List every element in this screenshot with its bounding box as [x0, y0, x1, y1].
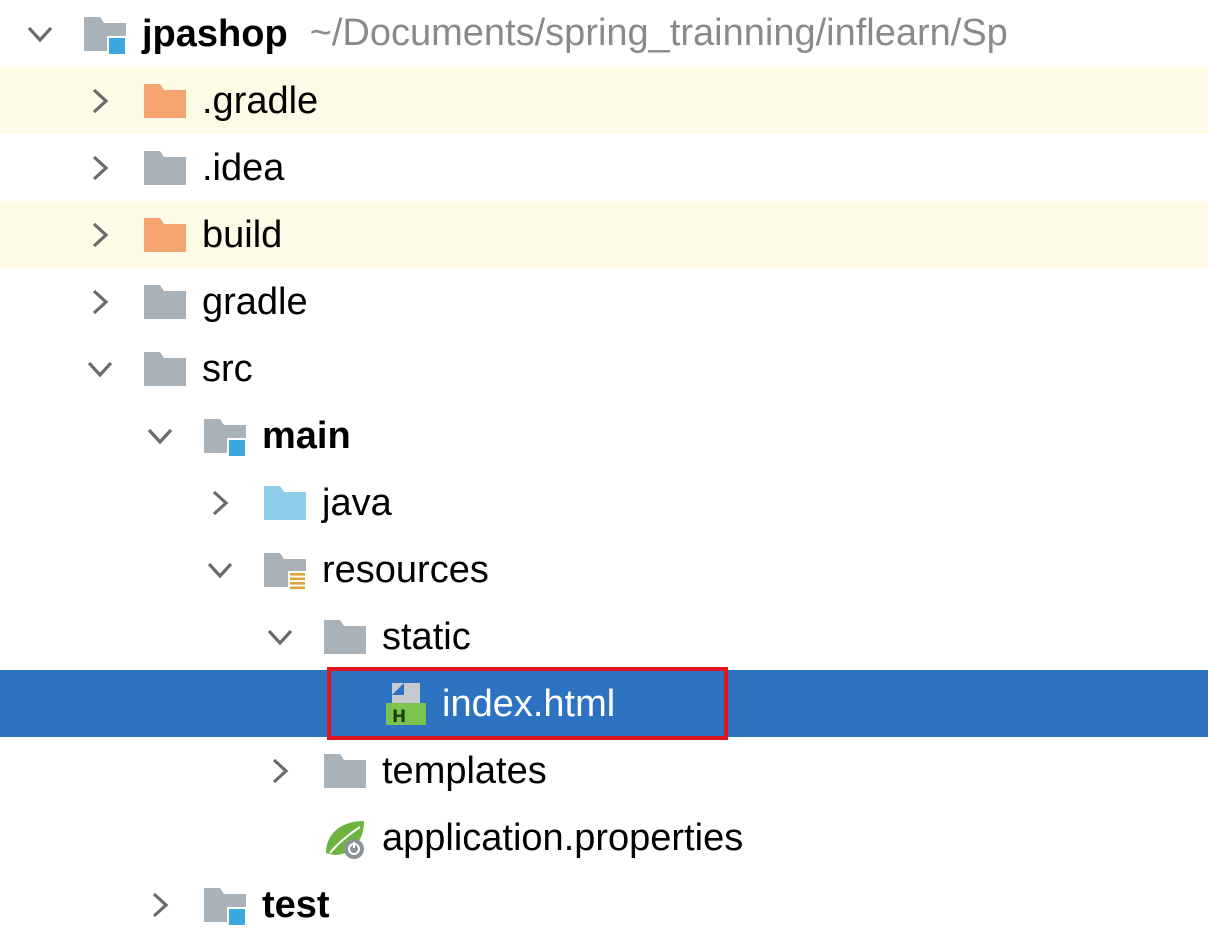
- folder-excluded-icon: [140, 76, 190, 126]
- resources-folder-icon: [260, 545, 310, 595]
- tree-row-build[interactable]: build: [0, 201, 1208, 268]
- chevron-right-icon[interactable]: [80, 148, 120, 188]
- chevron-right-icon[interactable]: [80, 81, 120, 121]
- folder-icon: [320, 612, 370, 662]
- folder-icon: [140, 143, 190, 193]
- tree-item-label: src: [202, 347, 253, 390]
- tree-item-label: java: [322, 481, 392, 524]
- tree-row-resources[interactable]: resources: [0, 536, 1208, 603]
- tree-item-label: .gradle: [202, 79, 319, 122]
- tree-row-static[interactable]: static: [0, 603, 1208, 670]
- tree-item-label: main: [262, 414, 351, 457]
- chevron-down-icon[interactable]: [260, 617, 300, 657]
- tree-row-jpashop[interactable]: jpashop ~/Documents/spring_trainning/inf…: [0, 0, 1208, 67]
- chevron-right-icon[interactable]: [140, 885, 180, 925]
- folder-icon: [140, 344, 190, 394]
- tree-item-label: static: [382, 615, 471, 658]
- chevron-right-icon[interactable]: [200, 483, 240, 523]
- tree-item-label: resources: [322, 548, 489, 591]
- tree-row-gradle-hidden[interactable]: .gradle: [0, 67, 1208, 134]
- module-folder-icon: [200, 411, 250, 461]
- svg-text:H: H: [392, 707, 406, 727]
- tree-row-test[interactable]: test: [0, 871, 1208, 938]
- tree-row-templates[interactable]: templates: [0, 737, 1208, 804]
- folder-icon: [140, 277, 190, 327]
- tree-item-label: gradle: [202, 280, 308, 323]
- chevron-down-icon[interactable]: [80, 349, 120, 389]
- chevron-right-icon[interactable]: [80, 215, 120, 255]
- project-path: ~/Documents/spring_trainning/inflearn/Sp: [309, 12, 1008, 54]
- source-folder-icon: [260, 478, 310, 528]
- chevron-right-icon[interactable]: [260, 751, 300, 791]
- tree-row-java[interactable]: java: [0, 469, 1208, 536]
- tree-item-label: index.html: [442, 682, 616, 725]
- tree-item-label: application.properties: [382, 816, 744, 859]
- tree-row-application-properties[interactable]: application.properties: [0, 804, 1208, 871]
- folder-excluded-icon: [140, 210, 190, 260]
- tree-item-label: .idea: [202, 146, 285, 189]
- html-file-icon: H: [380, 679, 430, 729]
- tree-item-label: test: [262, 883, 330, 926]
- chevron-right-icon[interactable]: [80, 282, 120, 322]
- chevron-down-icon[interactable]: [20, 14, 60, 54]
- chevron-down-icon[interactable]: [140, 416, 180, 456]
- tree-row-main[interactable]: main: [0, 402, 1208, 469]
- project-tree: jpashop ~/Documents/spring_trainning/inf…: [0, 0, 1208, 942]
- tree-item-label: templates: [382, 749, 547, 792]
- folder-icon: [320, 746, 370, 796]
- tree-row-index-html[interactable]: H index.html: [0, 670, 1208, 737]
- tree-row-src[interactable]: src: [0, 335, 1208, 402]
- tree-row-gradle[interactable]: gradle: [0, 268, 1208, 335]
- tree-item-label: build: [202, 213, 283, 256]
- project-name: jpashop: [142, 12, 288, 55]
- chevron-down-icon[interactable]: [200, 550, 240, 590]
- module-folder-icon: [200, 880, 250, 930]
- spring-properties-icon: [320, 813, 370, 863]
- module-folder-icon: [80, 9, 130, 59]
- tree-row-idea[interactable]: .idea: [0, 134, 1208, 201]
